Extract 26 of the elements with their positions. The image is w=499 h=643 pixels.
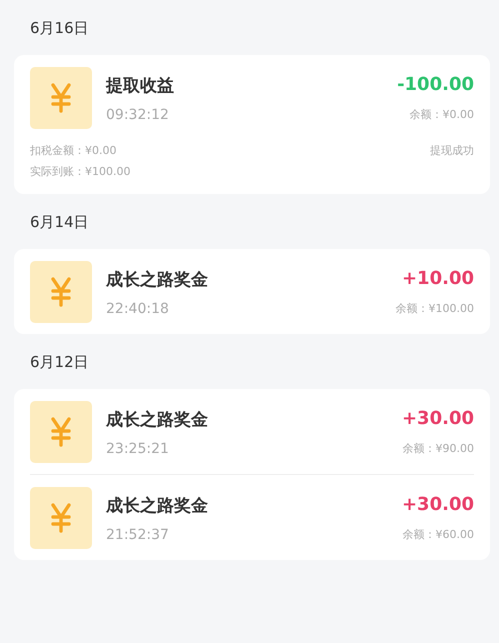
- amount-text: +30.00: [402, 494, 474, 515]
- yen-icon: [50, 277, 72, 307]
- detail-text: 扣税金额：¥0.00: [30, 143, 118, 158]
- record-time: 23:25:21: [106, 440, 170, 456]
- date-heading: 6月12日: [29, 352, 90, 373]
- yen-icon: [50, 83, 72, 113]
- record-time: 22:40:18: [106, 300, 170, 316]
- status-text: 提现成功: [430, 143, 474, 159]
- amount-text: +10.00: [402, 268, 474, 289]
- amount-text: +30.00: [402, 408, 474, 429]
- balance-text: 余额：¥90.00: [402, 441, 474, 456]
- amount-text: -100.00: [397, 74, 474, 95]
- balance-text: 余额：¥0.00: [410, 107, 474, 122]
- record-time: 21:52:37: [106, 526, 170, 542]
- date-heading: 6月16日: [29, 18, 90, 39]
- date-heading: 6月14日: [29, 212, 90, 233]
- balance-text: 余额：¥60.00: [402, 527, 474, 542]
- record-title: 成长之路奖金: [106, 494, 209, 516]
- balance-text: 余额：¥100.00: [396, 301, 474, 316]
- detail-text: 实际到账：¥100.00: [30, 164, 130, 179]
- record-title: 成长之路奖金: [106, 408, 209, 430]
- record-title: 提取收益: [106, 74, 175, 96]
- yen-icon: [50, 503, 72, 533]
- yen-icon: [50, 417, 72, 447]
- record-time: 09:32:12: [106, 106, 170, 122]
- record-title: 成长之路奖金: [106, 268, 209, 290]
